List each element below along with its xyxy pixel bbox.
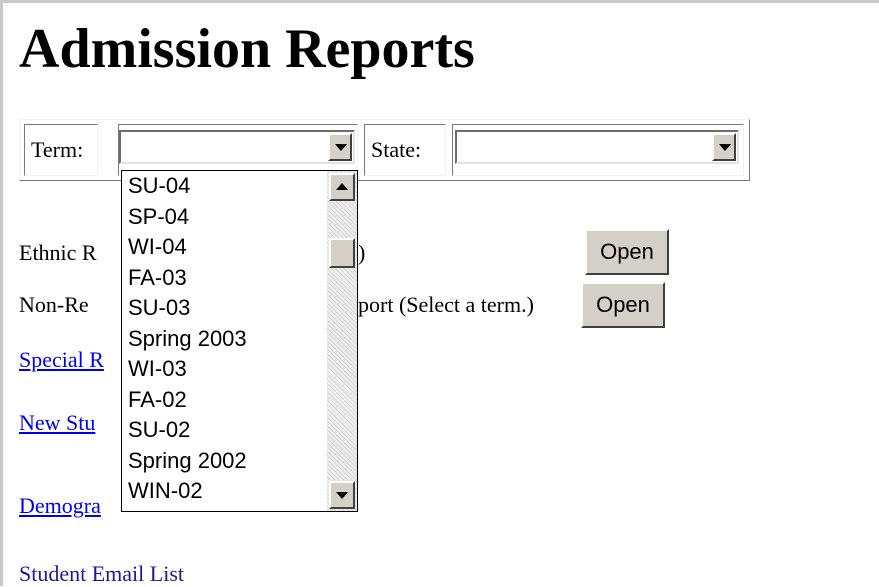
ethnic-report-label-tail: )	[358, 240, 366, 265]
state-select[interactable]	[455, 130, 739, 164]
state-select-cell	[452, 124, 744, 176]
nonresident-report-open-button[interactable]: Open	[581, 282, 665, 328]
term-option[interactable]: SU-04	[128, 171, 190, 201]
demographic-report-link[interactable]: Demogra	[19, 493, 101, 519]
ethnic-report-label: Ethnic R	[19, 240, 97, 265]
chevron-down-icon	[336, 492, 348, 499]
dropdown-scrollbar[interactable]	[327, 171, 357, 511]
window-top-border	[0, 0, 879, 3]
term-option[interactable]: Spring 2003	[128, 324, 247, 354]
chevron-up-icon	[336, 183, 348, 190]
term-label: Term:	[31, 137, 84, 162]
scroll-up-button[interactable]	[329, 173, 355, 201]
new-students-link[interactable]: New Stu	[19, 410, 95, 436]
nonresident-report-label-tail: port (Select a term.)	[358, 292, 534, 317]
ethnic-report-open-button[interactable]: Open	[585, 229, 669, 275]
window-left-border	[0, 0, 3, 586]
state-label: State:	[371, 137, 422, 162]
term-option[interactable]: FA-03	[128, 263, 187, 293]
term-option[interactable]: WI-03	[128, 354, 187, 384]
term-dropdown-button[interactable]	[328, 133, 352, 161]
term-option[interactable]: SP-04	[128, 202, 189, 232]
scroll-thumb[interactable]	[329, 238, 355, 268]
term-dropdown-list[interactable]: SU-04 SP-04 WI-04 FA-03 SU-03 Spring 2003 WI-0…	[121, 170, 358, 512]
state-dropdown-button[interactable]	[712, 133, 736, 161]
term-select-cell	[118, 124, 358, 176]
term-option[interactable]: SU-02	[128, 415, 190, 445]
term-select[interactable]	[119, 130, 355, 164]
scroll-down-button[interactable]	[329, 481, 355, 509]
nonresident-report-label: Non-Re	[19, 292, 89, 317]
term-option[interactable]: Spring 2002	[128, 446, 247, 476]
term-label-cell: Term:	[24, 124, 98, 176]
student-email-list-link[interactable]: Student Email List	[19, 561, 184, 587]
chevron-down-icon	[719, 144, 731, 151]
term-option[interactable]: WIN-02	[128, 476, 203, 506]
term-option[interactable]: FA-02	[128, 385, 187, 415]
special-report-link[interactable]: Special R	[19, 347, 104, 373]
chevron-down-icon	[335, 144, 347, 151]
term-option[interactable]: SU-03	[128, 293, 190, 323]
term-option[interactable]: WI-04	[128, 232, 187, 262]
state-label-cell: State:	[364, 124, 446, 176]
page-title: Admission Reports	[19, 18, 475, 80]
